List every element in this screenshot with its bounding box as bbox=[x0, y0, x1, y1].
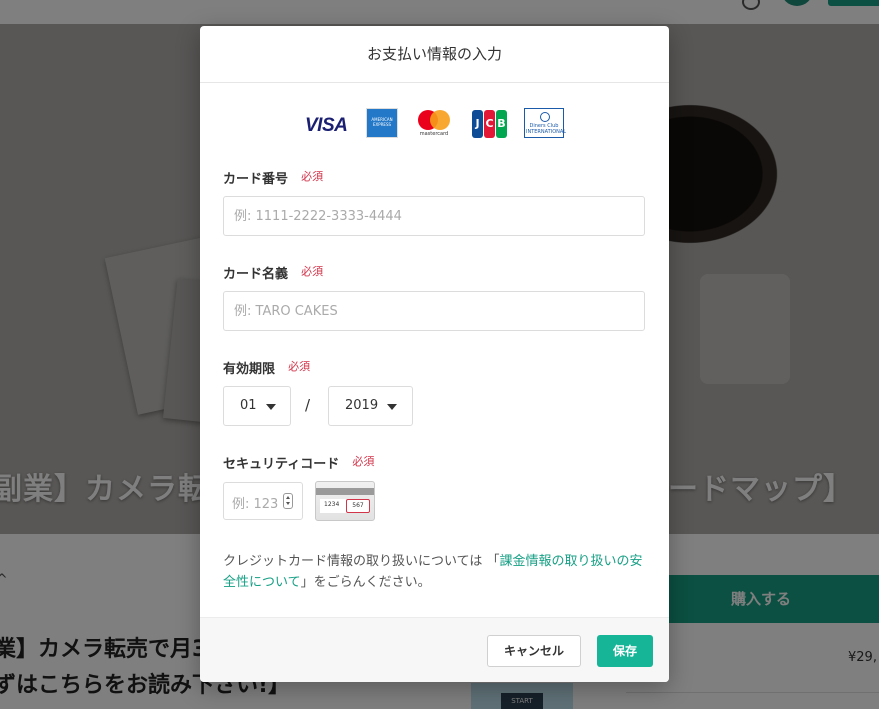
mastercard-circle-orange bbox=[430, 110, 450, 130]
chevron-down-icon bbox=[266, 404, 276, 410]
cvc-highlight: 567 bbox=[346, 499, 370, 513]
card-name-label: カード名義 bbox=[223, 267, 289, 282]
jcb-letter: J bbox=[472, 110, 483, 138]
cancel-button[interactable]: キャンセル bbox=[487, 635, 581, 667]
expiry-month-value: 01 bbox=[240, 398, 257, 413]
security-note: クレジットカード情報の取り扱いについては 「課金情報の取り扱いの安全性について」… bbox=[223, 551, 648, 593]
required-badge: 必須 bbox=[352, 455, 375, 468]
security-code-label: セキュリティコード bbox=[223, 457, 340, 472]
jcb-letter: C bbox=[484, 110, 495, 138]
card-number-label-row: カード番号 必須 bbox=[223, 168, 323, 188]
card-back-number: 1234 bbox=[324, 501, 340, 508]
expiry-label-row: 有効期限 必須 bbox=[223, 358, 310, 378]
mastercard-icon: mastercard bbox=[416, 108, 452, 140]
required-badge: 必須 bbox=[288, 360, 311, 373]
mastercard-icon-label: mastercard bbox=[419, 131, 449, 137]
expiry-label: 有効期限 bbox=[223, 362, 276, 377]
magnetic-stripe bbox=[316, 488, 374, 495]
expiry-month-select[interactable]: 01 bbox=[223, 386, 291, 426]
security-code-input[interactable]: 例: 123 bbox=[223, 482, 303, 520]
modal-footer: キャンセル 保存 bbox=[200, 617, 669, 682]
amex-icon: AMERICAN EXPRESS bbox=[366, 108, 398, 138]
card-name-input[interactable] bbox=[223, 291, 645, 331]
jcb-icon: J C B bbox=[472, 110, 508, 138]
payment-modal: お支払い情報の入力 VISA AMERICAN EXPRESS masterca… bbox=[200, 26, 669, 682]
page: 副業】カメラ転 ードマップ】 ^ 業】カメラ転売で月3 ずはこちらをお読み下さい… bbox=[0, 0, 879, 709]
number-stepper-icon[interactable] bbox=[283, 493, 293, 509]
visa-icon: VISA bbox=[305, 115, 348, 136]
card-name-label-row: カード名義 必須 bbox=[223, 263, 323, 283]
security-note-text-end: 」をごらんください。 bbox=[300, 575, 431, 590]
security-note-text: クレジットカード情報の取り扱いについては 「 bbox=[223, 554, 500, 569]
diners-club-icon-label: Diners Club INTERNATIONAL bbox=[526, 123, 567, 135]
diners-club-icon: Diners Club INTERNATIONAL bbox=[524, 108, 567, 138]
security-code-placeholder: 例: 123 bbox=[232, 497, 279, 512]
required-badge: 必須 bbox=[301, 265, 324, 278]
amex-icon-label: AMERICAN EXPRESS bbox=[371, 117, 393, 127]
modal-title: お支払い情報の入力 bbox=[200, 26, 669, 83]
diners-club-ring bbox=[540, 112, 550, 122]
chevron-down-icon bbox=[387, 404, 397, 410]
required-badge: 必須 bbox=[301, 170, 324, 183]
card-number-label: カード番号 bbox=[223, 172, 289, 187]
card-number-input[interactable] bbox=[223, 196, 645, 236]
expiry-separator: / bbox=[305, 396, 311, 414]
security-code-label-row: セキュリティコード 必須 bbox=[223, 453, 374, 473]
jcb-letter: B bbox=[496, 110, 507, 138]
card-brand-list: VISA AMERICAN EXPRESS mastercard J C B D… bbox=[200, 108, 669, 140]
save-button[interactable]: 保存 bbox=[597, 635, 653, 667]
expiry-year-select[interactable]: 2019 bbox=[328, 386, 413, 426]
expiry-year-value: 2019 bbox=[345, 398, 379, 413]
card-back-illustration: 1234 567 bbox=[315, 481, 375, 521]
